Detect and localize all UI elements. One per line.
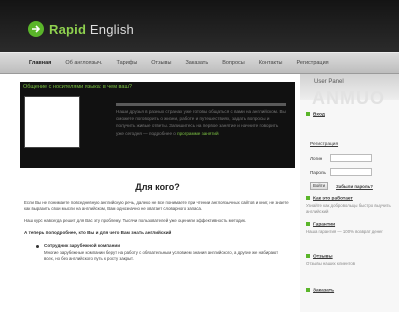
- green-square-icon: [306, 196, 310, 200]
- hero-text-line: [116, 103, 286, 106]
- main-nav: Главная Об англоязыч. Тарифы Отзывы Зака…: [0, 52, 399, 74]
- section-title: Для кого?: [135, 182, 180, 192]
- sidebar-item-text: Отзывы наших клиентов: [306, 261, 356, 267]
- sidebar-item-how-it-works: Как это работает Узнайте как добровольцы…: [306, 196, 396, 215]
- arrow-right-icon: [28, 21, 44, 37]
- green-square-icon: [306, 112, 310, 116]
- logo-secondary: English: [86, 21, 134, 37]
- sidebar-item-text: Узнайте как добровольцы быстро выучить а…: [306, 203, 391, 215]
- password-row: Пароль: [310, 168, 372, 176]
- nav-item-home[interactable]: Главная: [22, 60, 58, 66]
- sidebar-link[interactable]: Заказать: [313, 288, 334, 293]
- site-header: Rapid English: [0, 0, 399, 52]
- sidebar-item-guarantees: Гарантии Наша гарантия — 100% возврат де…: [306, 222, 396, 235]
- nav-item-reviews[interactable]: Отзывы: [144, 60, 178, 66]
- password-input[interactable]: [330, 168, 372, 176]
- hero-text-block: Наши друзья в разных странах уже готовы …: [116, 100, 286, 137]
- sidebar-link[interactable]: Отзывы: [313, 254, 333, 259]
- sidebar-link[interactable]: Как это работает: [313, 196, 353, 201]
- list-item-title: Сотрудник зарубежной компании: [44, 243, 121, 248]
- register-block: Регистрация: [310, 142, 338, 147]
- panel-title: User Panel: [314, 79, 344, 85]
- hero-image-placeholder: [24, 96, 80, 148]
- nav-item-register[interactable]: Регистрация: [289, 60, 335, 66]
- nav-item-faq[interactable]: Вопросы: [215, 60, 252, 66]
- green-square-icon: [306, 254, 310, 258]
- password-label: Пароль: [310, 169, 326, 175]
- hero-banner: Общение с носителями языка: в чем ваш? Н…: [20, 82, 295, 168]
- sidebar-item-order: Заказать: [306, 288, 334, 293]
- main-content: Для кого? Если Вы не понимаете повседнев…: [20, 176, 295, 262]
- logo-text: Rapid English: [49, 22, 134, 37]
- lead-paragraph: А теперь поподробнее, кто Вы и для чего …: [24, 230, 172, 235]
- login-button[interactable]: Войти: [310, 182, 328, 190]
- green-square-icon: [306, 288, 310, 292]
- nav-item-contacts[interactable]: Контакты: [252, 60, 290, 66]
- nav-item-about[interactable]: Об англоязыч.: [58, 60, 109, 66]
- forgot-password-link[interactable]: Забыли пароль?: [336, 184, 373, 189]
- list-item-text: Многие зарубежные компании берут на рабо…: [44, 250, 279, 261]
- user-panel-sidebar: ANMUO User Panel Вход Регистрация Логин …: [300, 74, 399, 312]
- enter-block: Вход: [306, 112, 325, 117]
- course-paragraph: Наш курс навсегда решит для Вас эту проб…: [24, 218, 247, 223]
- login-actions-row: Войти Забыли пароль?: [310, 182, 373, 190]
- intro-paragraph: Если Вы не понимаете повседневную англий…: [24, 200, 289, 211]
- sidebar-item-reviews: Отзывы Отзывы наших клиентов: [306, 254, 396, 267]
- nav-item-tariffs[interactable]: Тарифы: [110, 60, 145, 66]
- bullet-icon: [36, 245, 39, 248]
- enter-link[interactable]: Вход: [313, 112, 325, 117]
- login-label: Логин: [310, 155, 323, 161]
- hero-title: Общение с носителями языка: в чем ваш?: [23, 84, 132, 90]
- panel-header: ANMUO User Panel: [300, 74, 399, 108]
- nav-item-order[interactable]: Заказать: [178, 60, 215, 66]
- list-item: Сотрудник зарубежной компании: [20, 243, 295, 248]
- panel-decoration: ANMUO: [312, 88, 385, 108]
- logo-primary: Rapid: [49, 21, 87, 37]
- login-input[interactable]: [330, 154, 372, 162]
- register-link[interactable]: Регистрация: [310, 142, 338, 147]
- sidebar-link[interactable]: Гарантии: [313, 222, 335, 227]
- hero-link[interactable]: программе занятий: [177, 131, 218, 136]
- sidebar-item-text: Наша гарантия — 100% возврат денег: [306, 229, 384, 235]
- login-row: Логин: [310, 154, 372, 162]
- site-logo[interactable]: Rapid English: [28, 21, 134, 37]
- green-square-icon: [306, 222, 310, 226]
